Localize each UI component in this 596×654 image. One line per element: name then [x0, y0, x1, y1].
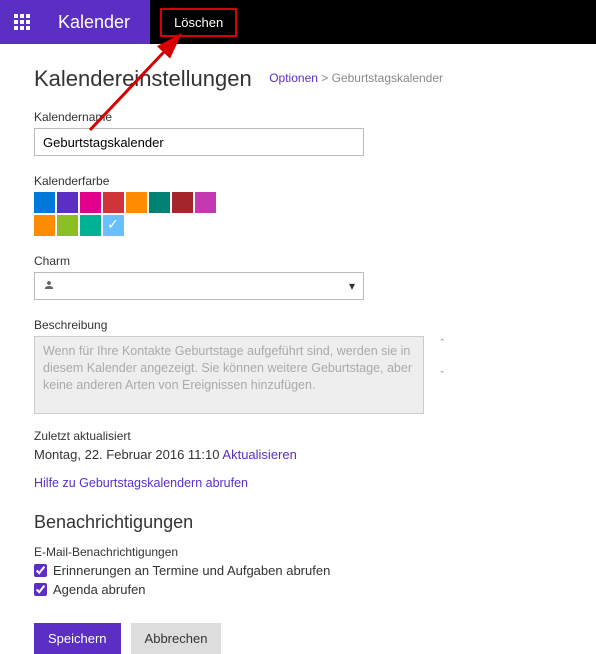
scrollbar[interactable]: ˆˇ — [440, 338, 444, 382]
help-link[interactable]: Hilfe zu Geburtstagskalendern abrufen — [34, 476, 248, 490]
color-swatch[interactable] — [57, 192, 78, 213]
agenda-checkbox-label: Agenda abrufen — [53, 582, 146, 597]
refresh-link[interactable]: Aktualisieren — [222, 447, 296, 462]
color-swatch[interactable] — [103, 192, 124, 213]
color-swatch[interactable] — [126, 192, 147, 213]
breadcrumb-current: Geburtstagskalender — [332, 71, 443, 85]
color-swatch[interactable] — [57, 215, 78, 236]
app-brand: Kalender — [44, 0, 150, 44]
color-swatches — [34, 192, 219, 236]
top-bar: Kalender Löschen — [0, 0, 596, 44]
last-updated-label: Zuletzt aktualisiert — [34, 429, 596, 443]
calendar-name-label: Kalendername — [34, 110, 596, 124]
color-swatch[interactable] — [172, 192, 193, 213]
charm-select[interactable]: ▾ — [34, 272, 364, 300]
delete-button[interactable]: Löschen — [160, 8, 237, 37]
color-swatch[interactable] — [34, 215, 55, 236]
description-label: Beschreibung — [34, 318, 596, 332]
cancel-button[interactable]: Abbrechen — [131, 623, 222, 654]
description-textarea — [34, 336, 424, 414]
calendar-name-input[interactable] — [34, 128, 364, 156]
charm-label: Charm — [34, 254, 596, 268]
color-swatch[interactable] — [149, 192, 170, 213]
color-swatch[interactable] — [80, 192, 101, 213]
calendar-color-label: Kalenderfarbe — [34, 174, 596, 188]
last-updated-value: Montag, 22. Februar 2016 11:10 — [34, 447, 220, 462]
reminders-checkbox[interactable] — [34, 564, 47, 577]
breadcrumb: Optionen > Geburtstagskalender — [269, 71, 443, 85]
page-title: Kalendereinstellungen — [34, 66, 252, 92]
email-notifications-label: E-Mail-Benachrichtigungen — [34, 545, 596, 559]
color-swatch[interactable] — [34, 192, 55, 213]
notifications-title: Benachrichtigungen — [34, 512, 596, 533]
breadcrumb-link-options[interactable]: Optionen — [269, 71, 318, 85]
color-swatch[interactable] — [195, 192, 216, 213]
person-icon — [43, 279, 55, 294]
save-button[interactable]: Speichern — [34, 623, 121, 654]
app-launcher-icon[interactable] — [0, 0, 44, 44]
color-swatch[interactable] — [103, 215, 124, 236]
reminders-checkbox-label: Erinnerungen an Termine und Aufgaben abr… — [53, 563, 330, 578]
chevron-down-icon: ▾ — [349, 279, 355, 293]
color-swatch[interactable] — [80, 215, 101, 236]
agenda-checkbox[interactable] — [34, 583, 47, 596]
